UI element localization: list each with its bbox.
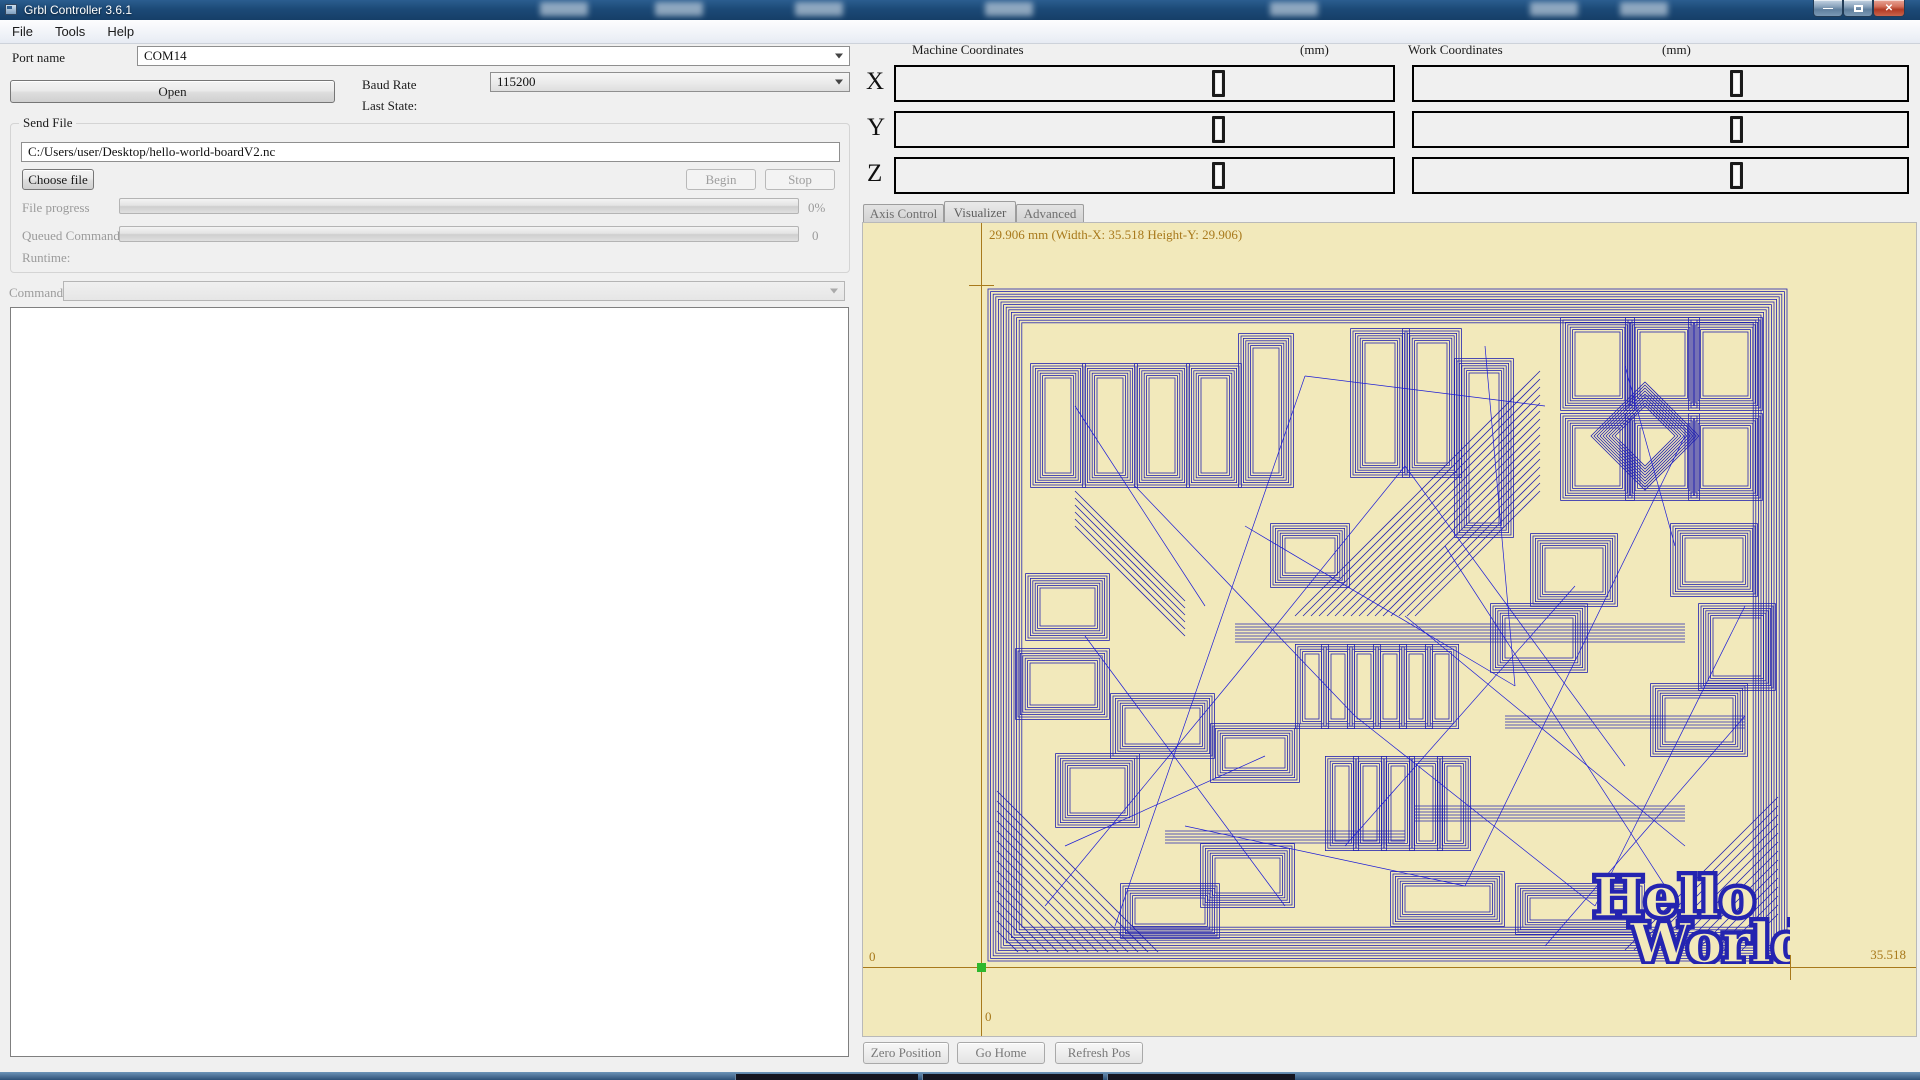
file-path-value: C:/Users/user/Desktop/hello-world-boardV… xyxy=(28,144,276,159)
glass-reflection xyxy=(1270,2,1318,16)
glass-reflection xyxy=(795,2,843,16)
seven-segment-zero xyxy=(1212,116,1225,143)
close-icon: ✕ xyxy=(1884,2,1894,14)
work-units-label: (mm) xyxy=(1662,42,1691,57)
visualizer-panel: 29.906 mm (Width-X: 35.518 Height-Y: 29.… xyxy=(862,222,1917,1037)
menu-tools[interactable]: Tools xyxy=(45,21,95,42)
dropdown-arrow-icon xyxy=(830,288,838,294)
machine-y-display xyxy=(894,111,1395,148)
taskbar-item xyxy=(922,1074,1103,1080)
port-combo[interactable]: COM14 xyxy=(137,46,850,66)
seven-segment-zero xyxy=(1730,70,1743,97)
window-title: Grbl Controller 3.6.1 xyxy=(24,3,133,17)
x-min-label: 0 xyxy=(869,949,876,964)
command-label: Command xyxy=(9,285,64,300)
taskbar-strip xyxy=(0,1072,1920,1080)
glass-reflection xyxy=(655,2,703,16)
menu-help[interactable]: Help xyxy=(97,21,144,42)
glass-reflection xyxy=(1530,2,1578,16)
queued-commands-value: 0 xyxy=(812,228,819,243)
seven-segment-zero xyxy=(1212,70,1225,97)
file-path-input[interactable]: C:/Users/user/Desktop/hello-world-boardV… xyxy=(21,142,840,162)
maximize-button[interactable] xyxy=(1843,0,1873,17)
machine-z-display xyxy=(894,157,1395,194)
glass-reflection xyxy=(540,2,588,16)
board-right-tick xyxy=(1790,955,1791,980)
zero-position-button[interactable]: Zero Position xyxy=(863,1042,949,1064)
seven-segment-zero xyxy=(1730,116,1743,143)
file-progress-bar xyxy=(119,198,799,214)
send-file-group-title: Send File xyxy=(19,115,77,131)
seven-segment-zero xyxy=(1730,162,1743,189)
taskbar-item xyxy=(1107,1074,1295,1080)
command-combo[interactable] xyxy=(63,281,845,301)
toolpath-preview: HelloHelloWorldWorld xyxy=(987,288,1790,964)
machine-coordinates-label: Machine Coordinates xyxy=(912,42,1024,57)
scale-readout: 29.906 mm (Width-X: 35.518 Height-Y: 29.… xyxy=(989,227,1243,242)
choose-file-button[interactable]: Choose file xyxy=(22,169,94,190)
stop-button[interactable]: Stop xyxy=(765,169,835,190)
close-button[interactable]: ✕ xyxy=(1873,0,1905,17)
queued-commands-label: Queued Commands xyxy=(22,228,125,243)
port-name-label: Port name xyxy=(12,50,66,65)
work-z-display xyxy=(1412,157,1909,194)
refresh-pos-button[interactable]: Refresh Pos xyxy=(1055,1042,1143,1064)
x-max-label: 35.518 xyxy=(1870,947,1906,962)
menu-bar: File Tools Help xyxy=(0,20,1920,44)
menu-file[interactable]: File xyxy=(2,21,43,42)
title-bar: Grbl Controller 3.6.1 — ✕ xyxy=(0,0,1920,20)
tab-advanced[interactable]: Advanced xyxy=(1016,204,1084,223)
minimize-button[interactable]: — xyxy=(1813,0,1843,17)
glass-reflection xyxy=(1620,2,1668,16)
machine-units-label: (mm) xyxy=(1300,42,1329,57)
work-y-display xyxy=(1412,111,1909,148)
last-state-label: Last State: xyxy=(362,98,418,113)
origin-dot xyxy=(977,963,986,972)
y-origin-label: 0 xyxy=(985,1009,992,1024)
maximize-icon xyxy=(1853,4,1863,12)
axis-label-y: Y xyxy=(867,114,886,141)
dropdown-arrow-icon xyxy=(835,79,843,85)
axis-label-x: X xyxy=(866,68,885,95)
x-axis-line xyxy=(863,967,1916,968)
svg-text:World: World xyxy=(1629,911,1790,964)
glass-reflection xyxy=(985,2,1033,16)
axis-label-z: Z xyxy=(867,160,883,187)
runtime-label: Runtime: xyxy=(22,250,71,265)
minimize-icon: — xyxy=(1823,2,1833,14)
taskbar-item xyxy=(735,1074,918,1080)
y-axis-line xyxy=(981,223,982,1036)
baud-rate-combo[interactable]: 115200 xyxy=(490,72,850,92)
queued-commands-bar xyxy=(119,226,799,242)
file-progress-label: File progress xyxy=(22,200,90,215)
work-x-display xyxy=(1412,65,1909,102)
dropdown-arrow-icon xyxy=(835,53,843,59)
baud-rate-value: 115200 xyxy=(497,74,536,89)
open-button[interactable]: Open xyxy=(10,80,335,103)
work-coordinates-label: Work Coordinates xyxy=(1408,42,1503,57)
seven-segment-zero xyxy=(1212,162,1225,189)
tab-visualizer[interactable]: Visualizer xyxy=(944,201,1016,223)
file-progress-value: 0% xyxy=(808,200,826,215)
go-home-button[interactable]: Go Home xyxy=(957,1042,1045,1064)
tab-axis-control[interactable]: Axis Control xyxy=(863,204,944,223)
port-combo-value: COM14 xyxy=(144,48,187,63)
console-output[interactable] xyxy=(10,307,849,1057)
baud-rate-label: Baud Rate xyxy=(362,77,417,92)
machine-x-display xyxy=(894,65,1395,102)
grbl-controller-window: Grbl Controller 3.6.1 — ✕ File Tools Hel… xyxy=(0,0,1920,1080)
app-icon xyxy=(5,4,17,15)
begin-button[interactable]: Begin xyxy=(686,169,756,190)
